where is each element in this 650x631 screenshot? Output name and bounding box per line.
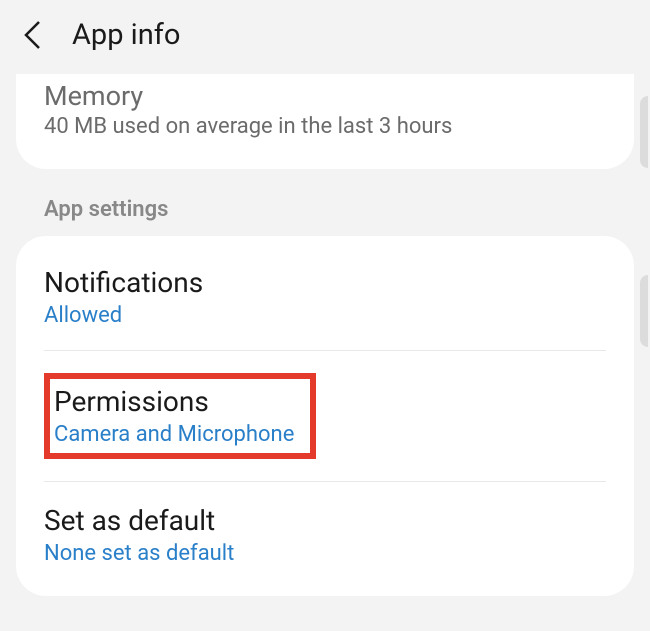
chevron-left-icon [24,20,41,50]
content-area: Memory 40 MB used on average in the last… [0,70,650,596]
scroll-indicator [640,275,648,347]
notifications-row[interactable]: Notifications Allowed [16,244,634,350]
card-app-settings: Notifications Allowed Permissions Camera… [16,236,634,596]
memory-sub: 40 MB used on average in the last 3 hour… [44,114,606,139]
notifications-sub: Allowed [44,303,606,328]
permissions-sub: Camera and Microphone [54,422,294,447]
set-default-row[interactable]: Set as default None set as default [16,482,634,588]
memory-row[interactable]: Memory 40 MB used on average in the last… [16,82,634,161]
highlight-permissions: Permissions Camera and Microphone [44,373,316,459]
app-bar: App info [0,0,650,70]
scroll-indicator [640,96,648,168]
page-title: App info [72,18,180,52]
notifications-title: Notifications [44,266,606,299]
set-default-sub: None set as default [44,541,606,566]
permissions-title: Permissions [54,385,294,418]
back-button[interactable] [22,19,42,51]
permissions-row[interactable]: Permissions Camera and Microphone [16,351,634,481]
set-default-title: Set as default [44,504,606,537]
section-label-app-settings: App settings [16,169,634,236]
card-memory: Memory 40 MB used on average in the last… [16,74,634,169]
memory-title: Memory [44,80,606,112]
